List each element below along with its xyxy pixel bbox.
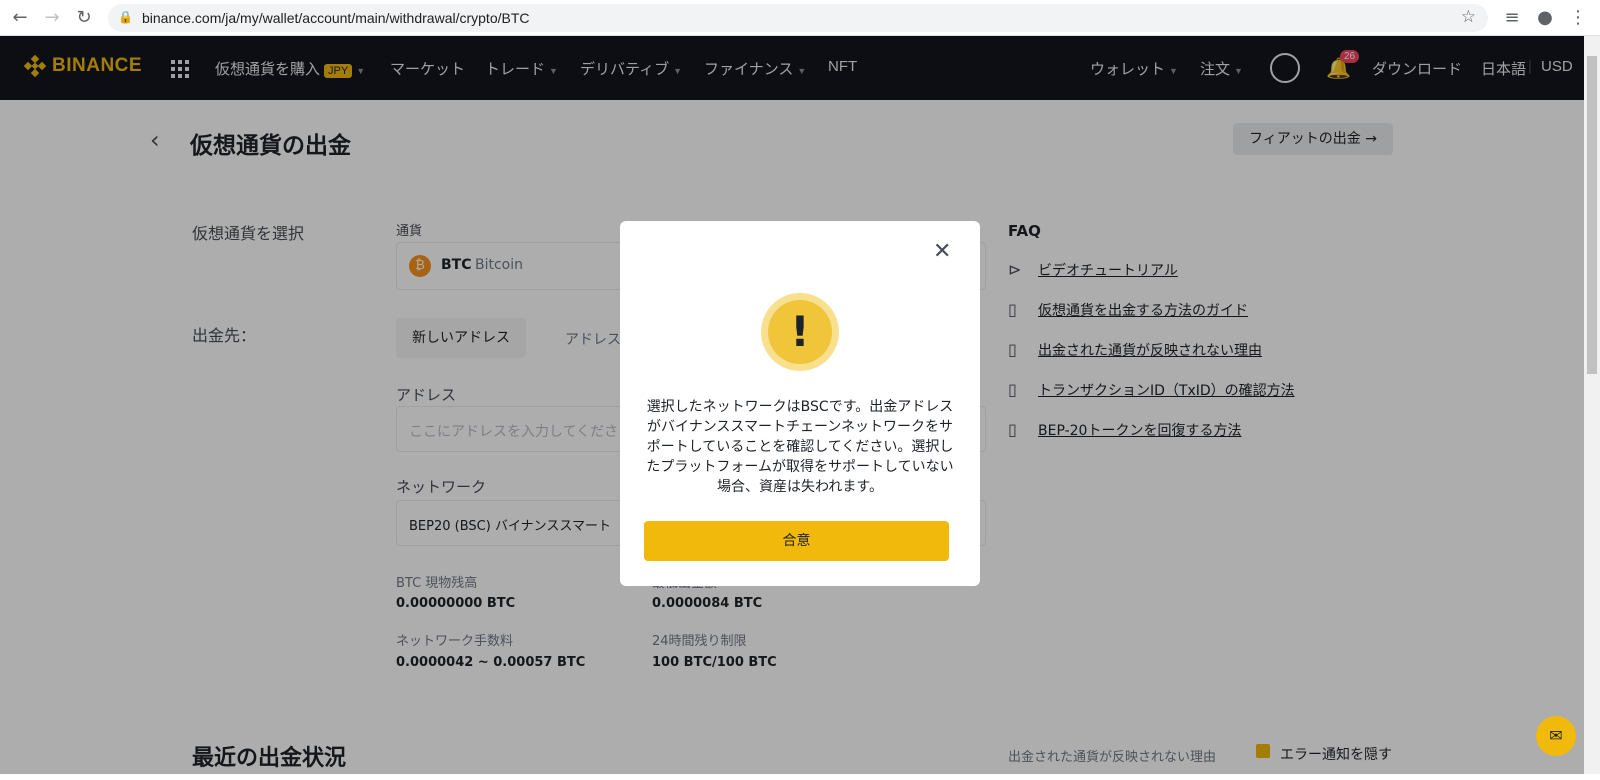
modal-message: 選択したネットワークはBSCです。出金アドレスがバイナンススマートチェーンネット… [646, 399, 954, 495]
reload-icon[interactable]: ↻ [72, 6, 96, 30]
bookmark-star-icon[interactable]: ☆ [1461, 7, 1476, 27]
warning-icon: ! [761, 293, 839, 371]
back-arrow-icon[interactable]: ← [8, 6, 32, 30]
address-bar[interactable]: 🔒 binance.com/ja/my/wallet/account/main/… [108, 4, 1488, 32]
scrollbar-thumb[interactable] [1587, 56, 1597, 374]
chat-icon[interactable]: ✉ [1536, 716, 1576, 756]
agree-button[interactable]: 合意 [644, 521, 949, 561]
profile-icon[interactable]: ● [1533, 6, 1557, 30]
close-icon[interactable]: ✕ [933, 241, 951, 263]
media-queue-icon[interactable]: ≡ [1500, 6, 1524, 30]
warning-exclamation: ! [768, 300, 832, 364]
menu-dots-icon[interactable]: ⋮ [1566, 6, 1590, 30]
lock-icon: 🔒 [118, 10, 133, 24]
browser-chrome: ← → ↻ 🔒 binance.com/ja/my/wallet/account… [0, 0, 1600, 36]
network-warning-modal: ✕ ! 選択したネットワークはBSCです。出金アドレスがバイナンススマートチェー… [620, 221, 980, 586]
forward-arrow-icon[interactable]: → [40, 6, 64, 30]
url-text: binance.com/ja/my/wallet/account/main/wi… [142, 10, 530, 26]
